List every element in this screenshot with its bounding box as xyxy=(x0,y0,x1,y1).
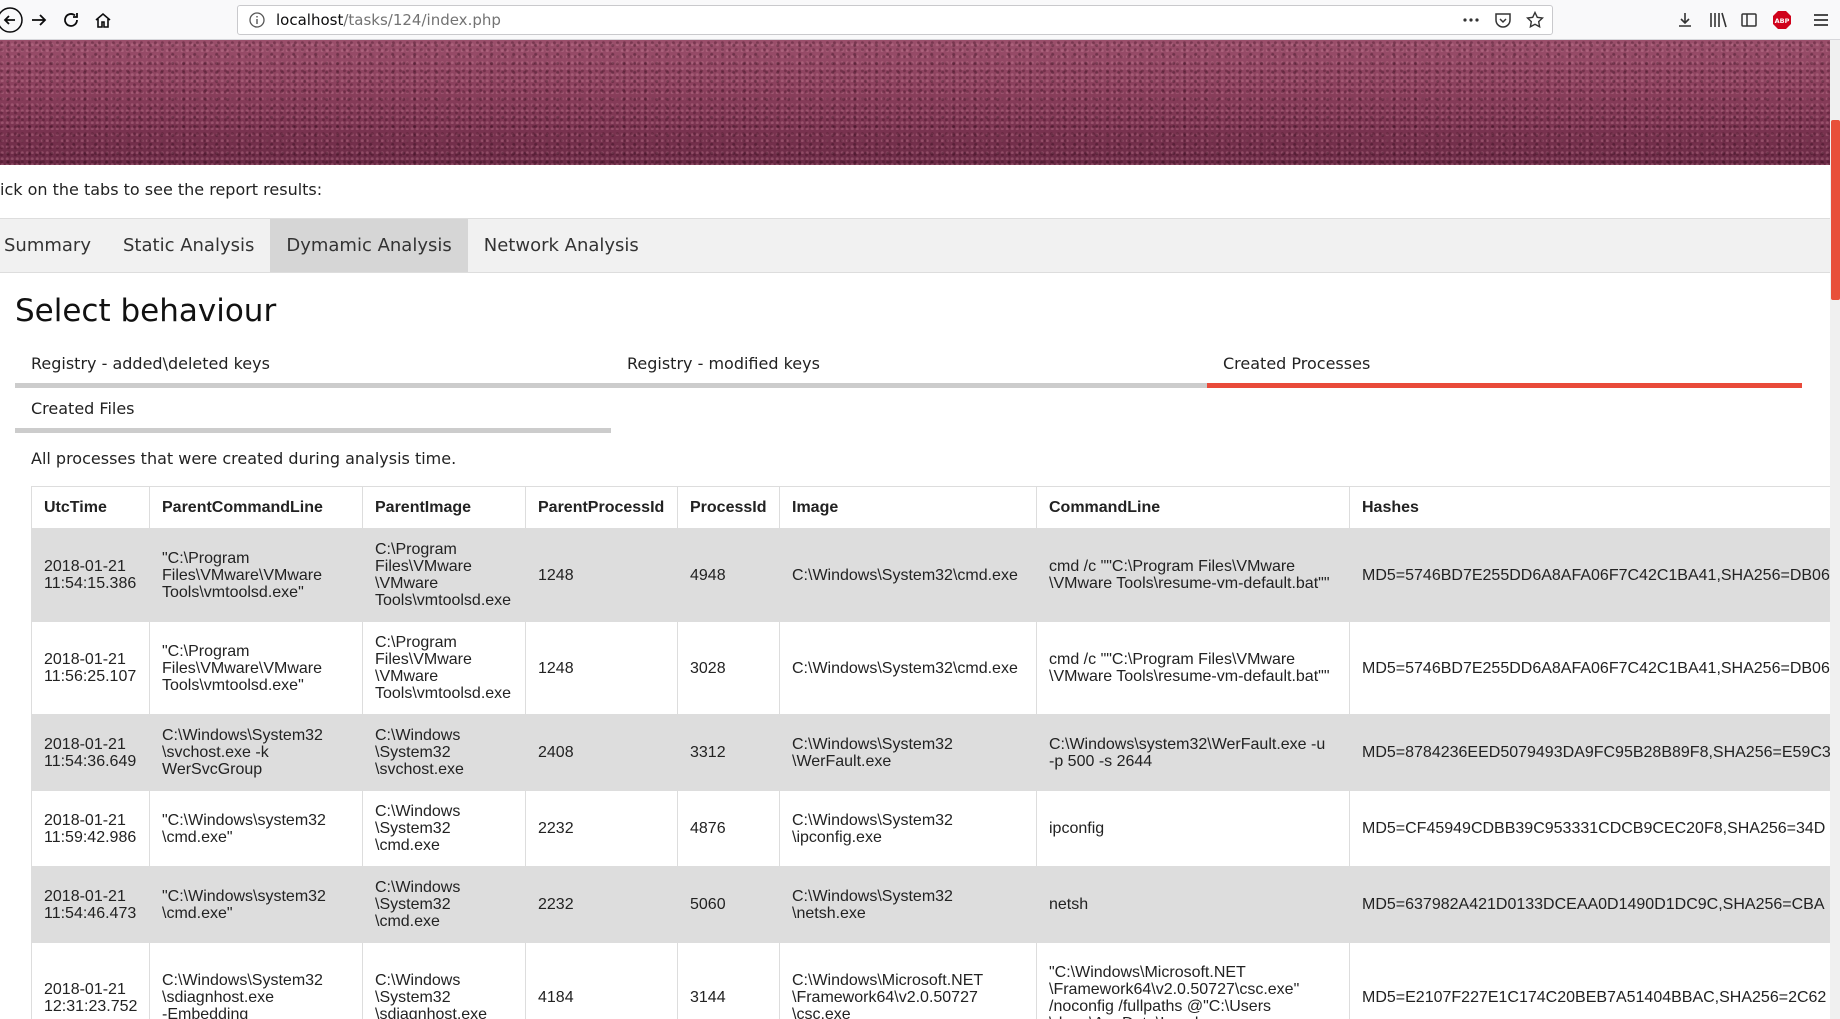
table-cell: C:\Windows\system32\WerFault.exe -u -p 5… xyxy=(1036,714,1350,791)
table-cell: cmd /c ""C:\Program Files\VMware \VMware… xyxy=(1036,621,1350,715)
table-cell: "C:\Windows\system32 \cmd.exe" xyxy=(149,790,363,867)
subtab-created-processes[interactable]: Created Processes xyxy=(1207,344,1802,388)
subtab-created-files[interactable]: Created Files xyxy=(15,389,611,433)
table-cell: ipconfig xyxy=(1036,790,1350,867)
table-cell: C:\Windows\Microsoft.NET \Framework64\v2… xyxy=(779,942,1037,1019)
adblock-label: ABP xyxy=(1775,17,1790,25)
tab-network-analysis[interactable]: Network Analysis xyxy=(468,219,655,272)
table-cell: C:\Windows \System32 \sdiagnhost.exe xyxy=(362,942,526,1019)
table-cell: "C:\Windows\Microsoft.NET \Framework64\v… xyxy=(1036,942,1350,1019)
adblock-icon[interactable]: ABP xyxy=(1772,6,1792,34)
table-cell: 2018-01-21 11:54:36.649 xyxy=(31,714,150,791)
browser-toolbar: localhost/tasks/124/index.php ABP xyxy=(0,0,1840,40)
url-path: /tasks/124/index.php xyxy=(343,11,501,29)
column-header[interactable]: Hashes xyxy=(1349,486,1830,529)
url-bar[interactable]: localhost/tasks/124/index.php xyxy=(237,5,1553,35)
table-cell: 2018-01-21 11:54:15.386 xyxy=(31,528,150,622)
column-header[interactable]: UtcTime xyxy=(31,486,150,529)
section-description: All processes that were created during a… xyxy=(31,449,457,468)
table-cell: 3028 xyxy=(677,621,780,715)
column-header[interactable]: ParentImage xyxy=(362,486,526,529)
table-cell: C:\Program Files\VMware \VMware Tools\vm… xyxy=(362,621,526,715)
table-cell: cmd /c ""C:\Program Files\VMware \VMware… xyxy=(1036,528,1350,622)
column-header[interactable]: ProcessId xyxy=(677,486,780,529)
download-icon[interactable] xyxy=(1676,6,1694,34)
table-cell: MD5=CF45949CDBB39C953331CDCB9CEC20F8,SHA… xyxy=(1349,790,1830,867)
back-icon[interactable] xyxy=(0,6,24,34)
url-host: localhost xyxy=(276,11,344,29)
table-cell: MD5=E2107F227E1C174C20BEB7A51404BBAC,SHA… xyxy=(1349,942,1830,1019)
table-cell: MD5=5746BD7E255DD6A8AFA06F7C42C1BA41,SHA… xyxy=(1349,528,1830,622)
table-row: 2018-01-21 11:54:15.386 "C:\Program File… xyxy=(31,528,1830,622)
table-cell: C:\Windows\System32 \netsh.exe xyxy=(779,866,1037,943)
tab-dynamic-analysis[interactable]: Dymamic Analysis xyxy=(270,219,468,272)
sidebar-icon[interactable] xyxy=(1740,6,1758,34)
table-cell: C:\Windows \System32 \cmd.exe xyxy=(362,866,526,943)
table-cell: 4876 xyxy=(677,790,780,867)
table-cell: C:\Windows\System32 \sdiagnhost.exe -Emb… xyxy=(149,942,363,1019)
more-icon[interactable] xyxy=(1462,11,1480,33)
subtab-registry-modified[interactable]: Registry - modified keys xyxy=(611,344,1207,388)
tab-summary[interactable]: Summary xyxy=(0,219,107,272)
table-cell: C:\Windows\System32 \WerFault.exe xyxy=(779,714,1037,791)
table-header-row: UtcTime ParentCommandLine ParentImage Pa… xyxy=(31,486,1830,529)
intro-text: ick on the tabs to see the report result… xyxy=(0,180,323,199)
header-banner-image xyxy=(0,40,1830,165)
table-cell: 2018-01-21 12:31:23.752 xyxy=(31,942,150,1019)
report-tabs: Summary Static Analysis Dymamic Analysis… xyxy=(0,218,1830,273)
table-cell: MD5=5746BD7E255DD6A8AFA06F7C42C1BA41,SHA… xyxy=(1349,621,1830,715)
table-cell: 2018-01-21 11:54:46.473 xyxy=(31,866,150,943)
bookmark-star-icon[interactable] xyxy=(1525,10,1545,33)
table-cell: C:\Windows \System32 \cmd.exe xyxy=(362,790,526,867)
table-cell: 2018-01-21 11:59:42.986 xyxy=(31,790,150,867)
table-row: 2018-01-21 11:59:42.986 "C:\Windows\syst… xyxy=(31,790,1830,867)
info-icon[interactable] xyxy=(248,11,266,29)
tab-static-analysis[interactable]: Static Analysis xyxy=(107,219,270,272)
table-row: 2018-01-21 11:56:25.107 "C:\Program File… xyxy=(31,621,1830,715)
reload-icon[interactable] xyxy=(57,6,85,34)
table-cell: 2232 xyxy=(525,866,678,943)
table-cell: "C:\Program Files\VMware\VMware Tools\vm… xyxy=(149,528,363,622)
table-cell: 3312 xyxy=(677,714,780,791)
menu-icon[interactable] xyxy=(1812,6,1830,34)
table-cell: 4184 xyxy=(525,942,678,1019)
column-header[interactable]: ParentCommandLine xyxy=(149,486,363,529)
table-cell: C:\Windows\System32 \svchost.exe -k WerS… xyxy=(149,714,363,791)
table-cell: 2408 xyxy=(525,714,678,791)
table-cell: "C:\Windows\system32 \cmd.exe" xyxy=(149,866,363,943)
processes-table-container[interactable]: UtcTime ParentCommandLine ParentImage Pa… xyxy=(31,486,1830,1019)
table-cell: 1248 xyxy=(525,621,678,715)
page-scrollbar-thumb[interactable] xyxy=(1831,120,1840,300)
table-cell: C:\Windows\System32\cmd.exe xyxy=(779,621,1037,715)
table-cell: C:\Windows \System32 \svchost.exe xyxy=(362,714,526,791)
table-row: 2018-01-21 11:54:36.649 C:\Windows\Syste… xyxy=(31,714,1830,791)
pocket-icon[interactable] xyxy=(1494,11,1512,33)
table-cell: "C:\Program Files\VMware\VMware Tools\vm… xyxy=(149,621,363,715)
subtab-registry-added-deleted[interactable]: Registry - added\deleted keys xyxy=(15,344,611,388)
processes-table: UtcTime ParentCommandLine ParentImage Pa… xyxy=(31,486,1830,1019)
table-cell: 2018-01-21 11:56:25.107 xyxy=(31,621,150,715)
table-cell: C:\Program Files\VMware \VMware Tools\vm… xyxy=(362,528,526,622)
table-cell: 5060 xyxy=(677,866,780,943)
library-icon[interactable] xyxy=(1708,6,1728,34)
table-cell: 1248 xyxy=(525,528,678,622)
table-row: 2018-01-21 12:31:23.752 C:\Windows\Syste… xyxy=(31,942,1830,1019)
page-title: Select behaviour xyxy=(15,293,277,329)
table-cell: 4948 xyxy=(677,528,780,622)
column-header[interactable]: Image xyxy=(779,486,1037,529)
table-cell: C:\Windows\System32 \ipconfig.exe xyxy=(779,790,1037,867)
table-cell: netsh xyxy=(1036,866,1350,943)
table-cell: 3144 xyxy=(677,942,780,1019)
table-cell: MD5=637982A421D0133DCEAA0D1490D1DC9C,SHA… xyxy=(1349,866,1830,943)
column-header[interactable]: CommandLine xyxy=(1036,486,1350,529)
table-cell: 2232 xyxy=(525,790,678,867)
home-icon[interactable] xyxy=(89,6,117,34)
table-cell: MD5=8784236EED5079493DA9FC95B28B89F8,SHA… xyxy=(1349,714,1830,791)
table-cell: C:\Windows\System32\cmd.exe xyxy=(779,528,1037,622)
forward-icon[interactable] xyxy=(25,6,53,34)
table-row: 2018-01-21 11:54:46.473 "C:\Windows\syst… xyxy=(31,866,1830,943)
column-header[interactable]: ParentProcessId xyxy=(525,486,678,529)
